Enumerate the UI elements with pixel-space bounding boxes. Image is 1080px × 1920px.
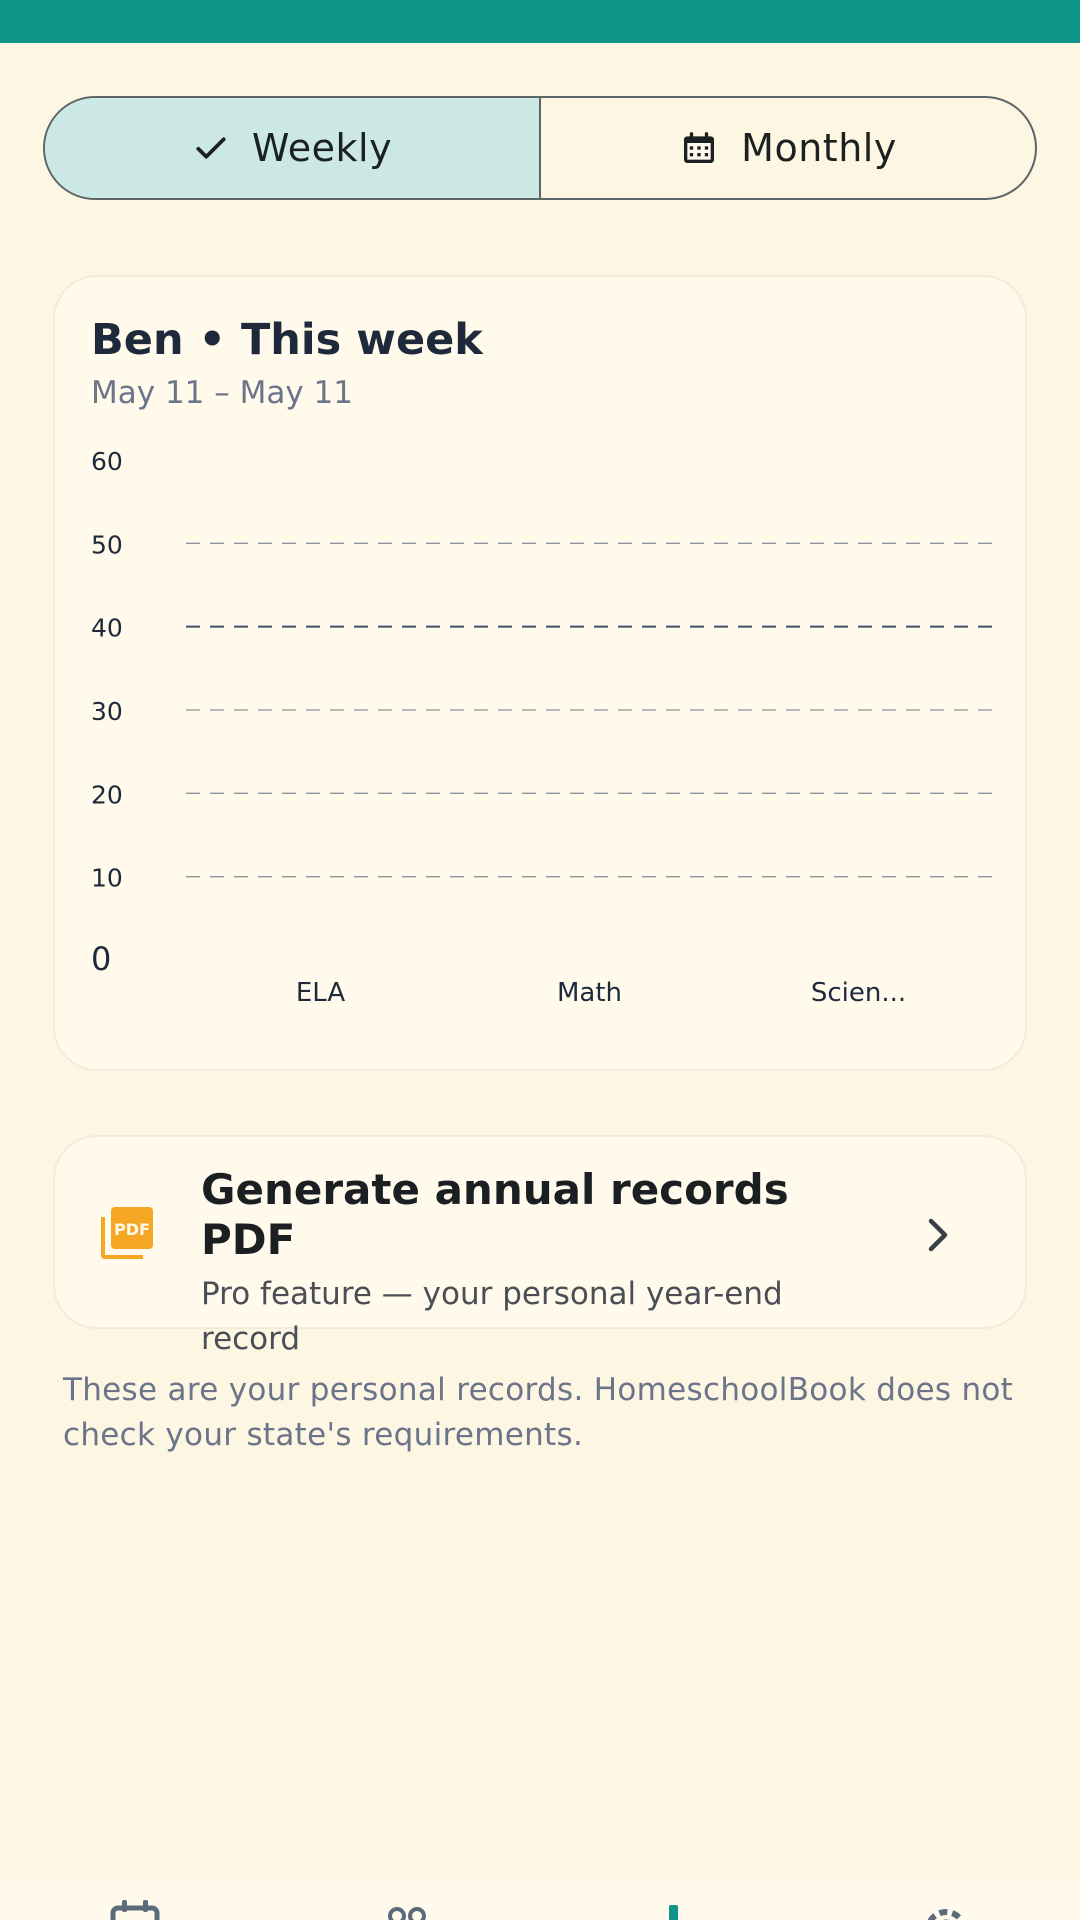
- weekly-chart-card: Ben • This week May 11 – May 11 60 50 40 30…: [53, 275, 1027, 1071]
- status-bar: [0, 0, 1080, 43]
- bottom-nav: [0, 1880, 1080, 1920]
- gear-icon[interactable]: [918, 1900, 974, 1920]
- monthly-label: Monthly: [741, 126, 897, 170]
- pdf-icon: PDF: [99, 1203, 157, 1265]
- generate-pdf-card[interactable]: PDF Generate annual records PDF Pro feat…: [53, 1135, 1027, 1357]
- weekly-segment[interactable]: Weekly: [45, 98, 539, 198]
- y-tick-label: 50: [91, 530, 123, 559]
- y-tick-label: 60: [91, 447, 123, 476]
- bar-chart-icon[interactable]: [667, 1900, 683, 1920]
- period-toggle: Weekly Monthly: [43, 96, 1037, 200]
- pdf-card-title: Generate annual records PDF: [201, 1165, 789, 1265]
- x-category-label: Scien...: [811, 978, 906, 1008]
- records-disclaimer: These are your personal records. Homesch…: [63, 1372, 1014, 1453]
- monthly-segment[interactable]: Monthly: [539, 98, 1035, 198]
- svg-text:PDF: PDF: [114, 1220, 150, 1239]
- calendar-icon[interactable]: [110, 1900, 160, 1920]
- calendar-icon: [679, 127, 719, 169]
- y-tick-label: 20: [91, 780, 123, 809]
- weekly-label: Weekly: [251, 126, 393, 170]
- y-tick-label: 30: [91, 697, 123, 726]
- check-icon: [192, 129, 230, 167]
- bar-chart: 60 50 40 30 20 10 0 ELA Math Scien...: [91, 447, 993, 1008]
- y-tick-label: 10: [91, 864, 123, 893]
- x-category-label: ELA: [296, 978, 346, 1008]
- pdf-card-subtitle: Pro feature — your personal year-end rec…: [201, 1275, 783, 1357]
- y-tick-label: 40: [91, 614, 123, 643]
- y-tick-label: 0: [91, 940, 111, 978]
- people-icon[interactable]: [383, 1900, 433, 1920]
- x-category-label: Math: [557, 978, 622, 1008]
- chevron-right-icon: [923, 1215, 953, 1259]
